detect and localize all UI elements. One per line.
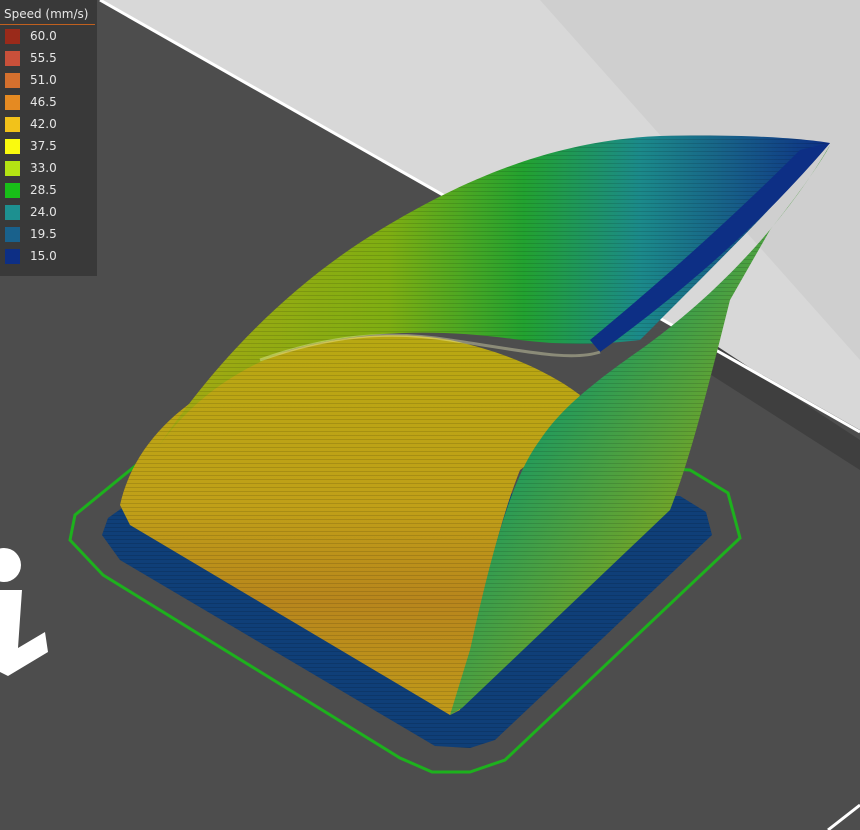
legend-item: 33.0 [0, 157, 97, 179]
legend-swatch [5, 95, 20, 110]
3d-viewport[interactable] [0, 0, 860, 830]
legend-label: 37.5 [30, 139, 57, 153]
legend-swatch [5, 249, 20, 264]
legend-item: 15.0 [0, 245, 97, 267]
legend-item: 46.5 [0, 91, 97, 113]
legend-item: 37.5 [0, 135, 97, 157]
legend-label: 15.0 [30, 249, 57, 263]
legend-label: 28.5 [30, 183, 57, 197]
legend-label: 42.0 [30, 117, 57, 131]
legend-item: 60.0 [0, 25, 97, 47]
legend-swatch [5, 51, 20, 66]
legend-swatch [5, 139, 20, 154]
legend-swatch [5, 29, 20, 44]
legend-swatch [5, 73, 20, 88]
legend-item: 24.0 [0, 201, 97, 223]
legend-item: 19.5 [0, 223, 97, 245]
legend-swatch [5, 227, 20, 242]
bed-logo [0, 548, 48, 676]
legend-item: 55.5 [0, 47, 97, 69]
legend-title: Speed (mm/s) [0, 0, 95, 25]
legend-item: 28.5 [0, 179, 97, 201]
bed-corner-line [827, 803, 860, 830]
legend-item: 51.0 [0, 69, 97, 91]
legend-swatch [5, 205, 20, 220]
legend-label: 19.5 [30, 227, 57, 241]
legend-swatch [5, 161, 20, 176]
legend-label: 24.0 [30, 205, 57, 219]
speed-legend: Speed (mm/s) 60.0 55.5 51.0 46.5 42.0 37.5 33.… [0, 0, 97, 276]
legend-label: 33.0 [30, 161, 57, 175]
legend-item: 42.0 [0, 113, 97, 135]
legend-label: 46.5 [30, 95, 57, 109]
legend-label: 60.0 [30, 29, 57, 43]
legend-label: 51.0 [30, 73, 57, 87]
legend-label: 55.5 [30, 51, 57, 65]
legend-swatch [5, 117, 20, 132]
legend-swatch [5, 183, 20, 198]
